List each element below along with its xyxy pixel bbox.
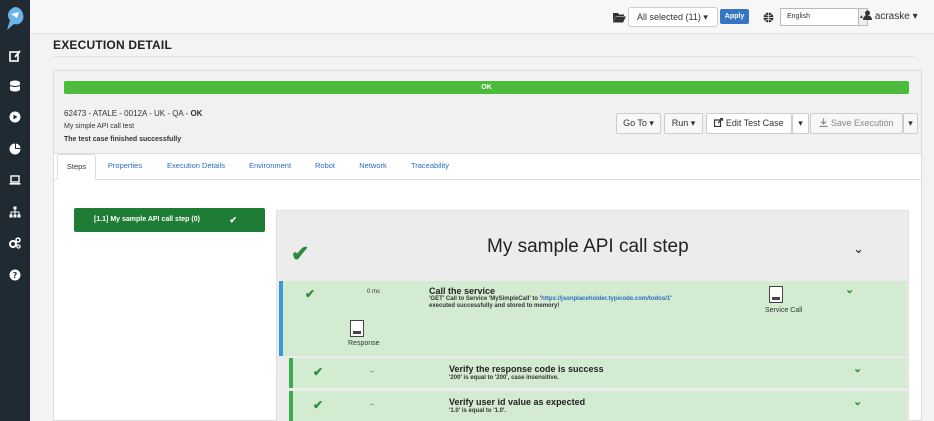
control-row[interactable]: ✔ -- Verify user id value as expected '1…	[289, 391, 907, 421]
control-row[interactable]: ✔ -- Verify the response code is success…	[289, 358, 907, 388]
response-file-icon[interactable]	[350, 320, 364, 337]
test-description: My simple API call test	[64, 123, 135, 130]
edit-test-case-button[interactable]: Edit Test Case	[706, 113, 792, 134]
play-icon[interactable]	[0, 107, 30, 127]
svg-text:?: ?	[13, 271, 18, 280]
tab-properties[interactable]: Properties	[102, 154, 148, 180]
sidebar: ?	[0, 0, 30, 421]
step-list-label: [1.1] My sample API call step (0)	[94, 216, 200, 223]
database-icon[interactable]	[0, 76, 30, 96]
execution-reference: 62473 - ATALE - 0012A - UK - QA - OK	[64, 109, 202, 118]
action-message-text: 'GET' Call to Service 'MySimpleCall' to …	[429, 296, 542, 302]
reference-text: 62473 - ATALE - 0012A - UK - QA -	[64, 109, 191, 118]
step-status-check-icon: ✔	[291, 241, 310, 266]
tab-environment[interactable]: Environment	[244, 154, 296, 180]
cogs-icon[interactable]	[0, 233, 30, 253]
user-icon	[863, 10, 872, 20]
step-detail-panel: ✔ My sample API call step ⌄ ✔ 0 ms Call …	[276, 210, 909, 421]
logo-icon[interactable]	[2, 4, 28, 34]
apply-button[interactable]: Apply	[720, 9, 749, 24]
control-duration: --	[370, 402, 374, 408]
language-value: English	[787, 13, 810, 20]
action-message: 'GET' Call to Service 'MySimpleCall' to …	[429, 296, 749, 310]
control-message: '200' is equal to '200', case insensitiv…	[449, 375, 559, 381]
tab-network[interactable]: Network	[354, 154, 392, 180]
tab-robot[interactable]: Robot	[309, 154, 341, 180]
divider	[53, 56, 915, 57]
control-title: Verify user id value as expected	[449, 397, 586, 407]
system-select-button[interactable]: All selected (11) ▾	[628, 7, 718, 27]
step-list-item[interactable]: [1.1] My sample API call step (0) ✔	[74, 208, 265, 232]
service-call-file-icon[interactable]	[769, 286, 783, 303]
action-message-quote: '	[670, 296, 672, 302]
reference-status: OK	[190, 109, 203, 118]
save-execution-button[interactable]: Save Execution	[810, 113, 903, 134]
status-bar: OK	[64, 81, 909, 94]
action-duration: 0 ms	[367, 289, 381, 295]
language-select[interactable]: English ▲▼	[780, 8, 869, 26]
response-label[interactable]: Response	[348, 340, 380, 347]
user-menu[interactable]: acraske ▾	[863, 10, 918, 22]
sitemap-icon[interactable]	[0, 202, 30, 222]
save-execution-label: Save Execution	[830, 118, 894, 128]
execution-card: OK 62473 - ATALE - 0012A - UK - QA - OK …	[53, 70, 922, 421]
execution-header: OK 62473 - ATALE - 0012A - UK - QA - OK …	[54, 71, 921, 154]
edit-test-case-label: Edit Test Case	[725, 118, 784, 128]
chart-icon[interactable]	[0, 139, 30, 159]
detail-tabs: Steps Properties Execution Details Envir…	[54, 154, 921, 180]
top-bar: All selected (11) ▾ Apply English ▲▼ acr…	[30, 0, 934, 34]
control-check-icon: ✔	[313, 365, 324, 379]
control-message: '1.0' is equal to '1.0'.	[449, 408, 507, 414]
action-chevron-down-icon[interactable]: ⌄	[845, 283, 854, 296]
check-icon: ✔	[229, 215, 237, 225]
control-chevron-down-icon[interactable]: ⌄	[853, 395, 862, 408]
action-check-icon: ✔	[305, 287, 316, 301]
goto-button[interactable]: Go To ▾	[616, 113, 661, 134]
control-title: Verify the response code is success	[449, 364, 604, 374]
download-icon	[819, 118, 828, 128]
external-edit-icon	[714, 117, 724, 128]
folder-open-icon	[613, 10, 626, 28]
page-title: EXECUTION DETAIL	[53, 38, 172, 52]
control-duration: --	[370, 369, 374, 375]
run-button[interactable]: Run ▾	[664, 113, 703, 134]
service-call-label[interactable]: Service Call	[765, 307, 802, 314]
tab-execution-details[interactable]: Execution Details	[160, 154, 232, 180]
help-icon[interactable]: ?	[0, 265, 30, 285]
save-dropdown-toggle[interactable]: ▾	[903, 113, 918, 134]
username: acraske ▾	[874, 11, 918, 22]
result-message: The test case finished successfully	[64, 136, 182, 143]
edit-dropdown-toggle[interactable]: ▾	[792, 113, 809, 134]
tab-steps[interactable]: Steps	[57, 154, 96, 180]
action-message-line2: executed successfully and stored to memo…	[429, 303, 560, 309]
action-row[interactable]: ✔ 0 ms Call the service 'GET' Call to Se…	[279, 281, 907, 356]
step-title: My sample API call step	[487, 236, 689, 257]
control-chevron-down-icon[interactable]: ⌄	[853, 362, 862, 375]
control-check-icon: ✔	[313, 398, 324, 412]
chevron-down-icon[interactable]: ⌄	[853, 241, 864, 257]
edit-icon[interactable]	[0, 46, 30, 66]
tab-traceability[interactable]: Traceability	[406, 154, 454, 180]
laptop-icon[interactable]	[0, 170, 30, 190]
action-title: Call the service	[429, 286, 496, 296]
globe-icon	[763, 10, 774, 28]
service-url-link[interactable]: https://jsonplaceholder.typicode.com/tod…	[541, 296, 670, 302]
